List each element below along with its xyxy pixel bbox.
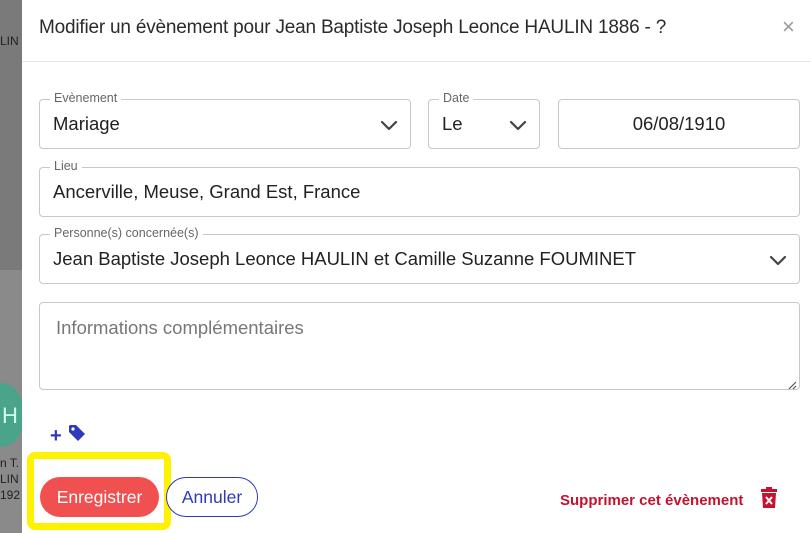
chevron-down-icon [769,251,787,269]
persons-select[interactable]: Personne(s) concernée(s) Jean Baptiste J… [39,226,800,284]
event-type-select[interactable]: Evènement Mariage [39,91,411,149]
dialog-header: Modifier un évènement pour Jean Baptiste… [22,0,811,62]
date-input[interactable]: 06/08/1910 [558,99,800,149]
date-mode-label: Date [439,91,474,105]
event-type-value: Mariage [53,113,120,134]
persons-label: Personne(s) concernée(s) [50,226,203,240]
background-text: LIN [0,34,19,48]
place-label: Lieu [50,159,82,173]
dialog-title: Modifier un évènement pour Jean Baptiste… [39,17,667,38]
place-value: Ancerville, Meuse, Grand Est, France [53,181,361,202]
resize-handle-icon[interactable] [787,377,797,390]
close-icon[interactable]: × [782,14,795,40]
tag-icon [68,424,86,447]
event-type-label: Evènement [50,91,122,105]
chevron-down-icon [380,116,398,134]
edit-event-dialog: Modifier un évènement pour Jean Baptiste… [22,0,811,533]
background-text: 192 [0,488,21,502]
background-text: LIN [0,472,19,486]
plus-icon: + [50,424,62,447]
background-text: n T. [0,456,20,470]
additional-info-placeholder: Informations complémentaires [56,317,304,338]
additional-info-textarea[interactable]: Informations complémentaires [39,302,800,390]
trash-icon[interactable] [760,487,778,514]
add-tag-button[interactable]: + [50,424,86,447]
date-mode-value: Le [442,113,463,134]
background-avatar-letter: H [2,403,18,428]
date-value: 06/08/1910 [632,113,726,134]
persons-value: Jean Baptiste Joseph Leonce HAULIN et Ca… [53,248,637,269]
chevron-down-icon [509,116,527,134]
save-button[interactable]: Enregistrer [40,477,159,517]
place-input[interactable]: Lieu Ancerville, Meuse, Grand Est, Franc… [39,159,800,217]
cancel-button[interactable]: Annuler [166,477,258,517]
date-mode-select[interactable]: Date Le [428,91,540,149]
delete-event-link[interactable]: Supprimer cet évènement [560,492,743,509]
